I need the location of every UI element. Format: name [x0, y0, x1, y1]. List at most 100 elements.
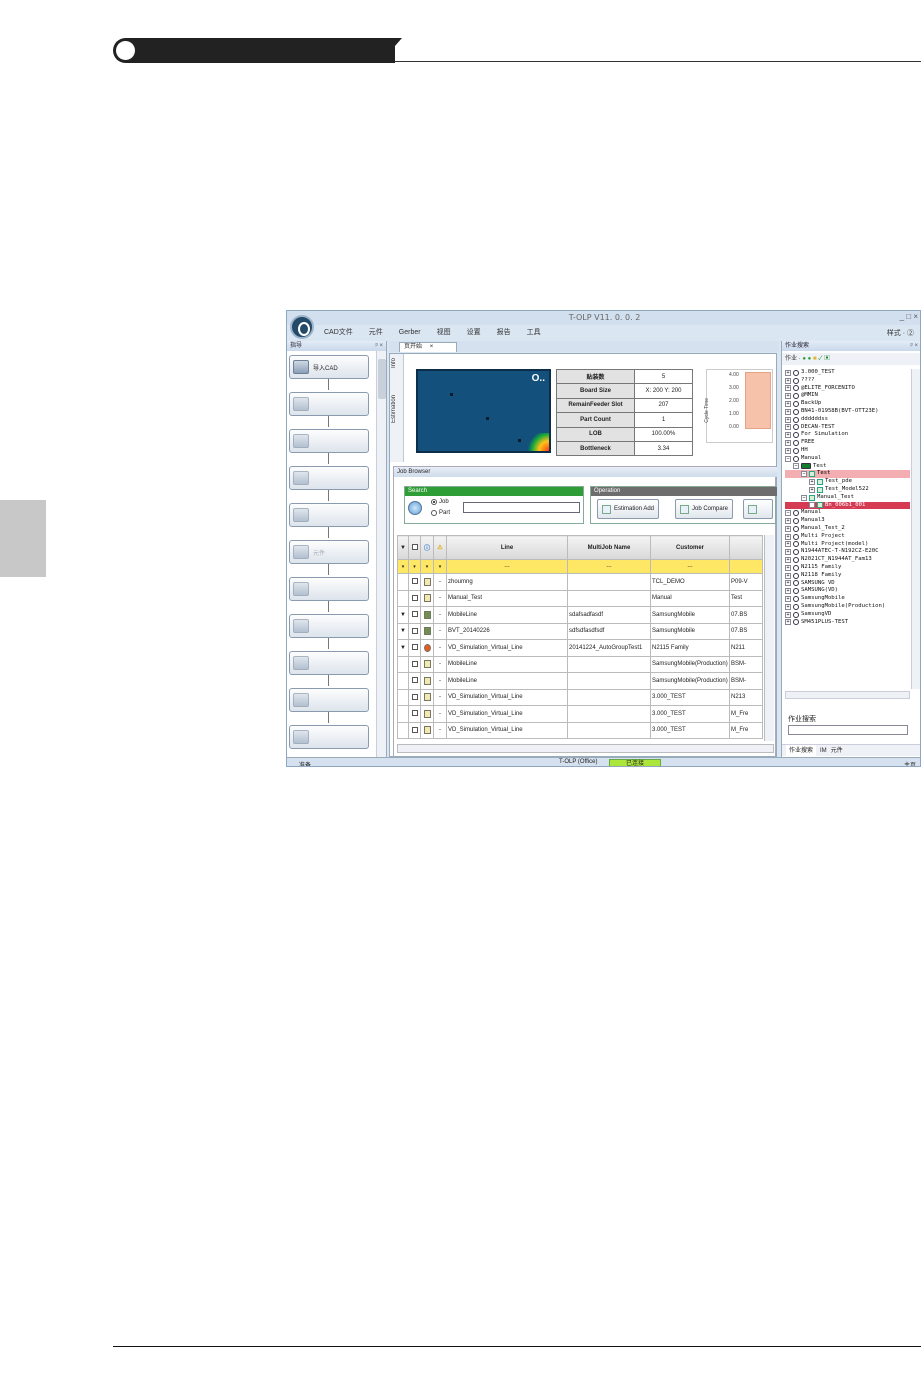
tree-item[interactable]: + Manual_Test_2	[785, 525, 910, 533]
grid-vertical-scrollbar[interactable]	[764, 535, 774, 741]
tab-info[interactable]: Info	[391, 358, 403, 368]
col-warn-header[interactable]: ⚠	[433, 535, 447, 560]
guide-step-button[interactable]	[289, 577, 369, 601]
table-row[interactable]: - VD_Simulation_Virtual_Line 3.000_TEST M_F…	[397, 721, 763, 739]
menu-item[interactable]: 报告	[490, 327, 518, 339]
row-check[interactable]	[408, 721, 421, 739]
expand-toggle-icon[interactable]: +	[785, 401, 791, 408]
radio-job[interactable]: Job	[431, 499, 449, 505]
search-input[interactable]	[463, 502, 580, 513]
grid-horizontal-scrollbar[interactable]	[397, 744, 774, 753]
panel-tab[interactable]: 作业搜索	[786, 745, 817, 756]
tree-item[interactable]: + Multi Project(model)	[785, 541, 910, 549]
status-home[interactable]: 主页	[904, 760, 916, 766]
job-compare-button[interactable]: Job Compare	[675, 499, 734, 519]
tree-item[interactable]: + ddddddss	[785, 416, 910, 424]
row-check[interactable]	[408, 589, 421, 607]
table-row[interactable]: - Manual_Test Manual Test	[397, 589, 763, 607]
col-expand-header[interactable]: ▼	[397, 535, 409, 560]
export-icon[interactable]: ▣	[824, 356, 830, 362]
tree-item[interactable]: + SamsungVD	[785, 611, 910, 619]
row-checkbox[interactable]	[411, 693, 418, 700]
expand-toggle-icon[interactable]: +	[785, 596, 791, 602]
expand-toggle-icon[interactable]: +	[785, 619, 791, 626]
menu-item[interactable]: 设置	[460, 327, 488, 339]
tree-horizontal-scrollbar[interactable]	[785, 691, 910, 699]
guide-step-button[interactable]	[289, 466, 369, 490]
check-icon[interactable]: ✓	[818, 356, 822, 362]
add-icon[interactable]: ●	[808, 356, 812, 362]
tree-item[interactable]: − Manual	[785, 509, 910, 517]
tree-item[interactable]: + For Simulation	[785, 431, 910, 439]
row-checkbox[interactable]	[411, 726, 418, 733]
table-row[interactable]: ▼ - MobileLine sdafsadfasdf SamsungMobile 07.…	[397, 606, 763, 624]
expand-toggle-icon[interactable]: +	[785, 424, 791, 431]
row-expand[interactable]	[397, 721, 409, 739]
tab-close-icon[interactable]: ×	[430, 344, 434, 350]
row-expand[interactable]	[397, 573, 409, 591]
tree-item[interactable]: + Manual3	[785, 517, 910, 525]
row-expand[interactable]: ▼	[397, 622, 409, 640]
expand-toggle-icon[interactable]: −	[785, 510, 791, 517]
menu-item[interactable]: CAD文件	[317, 327, 360, 339]
filter-cell[interactable]: ---	[567, 559, 651, 574]
tree-item[interactable]: + Test_Model522	[785, 486, 910, 494]
radio-part-dot[interactable]	[431, 510, 437, 516]
panel-tab[interactable]: 元件	[831, 745, 843, 756]
tree-item[interactable]: + Bn_006b1_001	[785, 501, 910, 510]
row-checkbox[interactable]	[411, 644, 418, 651]
col-check-header[interactable]	[408, 535, 421, 560]
search-icon[interactable]	[408, 501, 422, 515]
guide-step-button[interactable]: 元件	[289, 540, 369, 564]
more-button[interactable]	[743, 499, 773, 519]
style-menu[interactable]: 样式 · ②	[887, 328, 914, 338]
menu-item[interactable]: Gerber	[392, 327, 428, 339]
table-row[interactable]: - VD_Simulation_Virtual_Line 3.000_TEST M_F…	[397, 705, 763, 723]
expand-toggle-icon[interactable]: +	[809, 486, 815, 493]
table-row[interactable]: - VD_Simulation_Virtual_Line 3.000_TEST N21…	[397, 688, 763, 706]
expand-toggle-icon[interactable]: +	[785, 416, 791, 423]
expand-toggle-icon[interactable]: +	[785, 549, 791, 556]
tree-item[interactable]: + FREE	[785, 439, 910, 447]
expand-toggle-icon[interactable]: +	[785, 369, 791, 376]
tree-item[interactable]: + SM451PLUS-TEST	[785, 619, 910, 627]
expand-toggle-icon[interactable]: +	[785, 432, 791, 439]
expand-toggle-icon[interactable]: −	[793, 463, 799, 470]
guide-step-button[interactable]	[289, 688, 369, 712]
pin-close-icon[interactable]: ᵖ ×	[911, 341, 918, 351]
filter-cell[interactable]: ▾	[433, 559, 447, 574]
menu-item[interactable]: 工具	[520, 327, 548, 339]
filter-cell[interactable]: ▾	[397, 559, 409, 574]
col-customer-header[interactable]: Customer	[650, 535, 730, 560]
menu-item[interactable]: 视图	[430, 327, 458, 339]
row-check[interactable]	[408, 655, 421, 673]
tree-item[interactable]: +3.000_TEST	[785, 369, 910, 377]
radio-part[interactable]: Part	[431, 510, 450, 516]
expand-toggle-icon[interactable]: −	[801, 494, 807, 501]
tree-item[interactable]: + BackUp	[785, 400, 910, 408]
tab-start-page[interactable]: 页开始 ×	[399, 342, 457, 352]
table-row[interactable]: - MobileLine SamsungMobile(Production) BSM-	[397, 672, 763, 690]
guide-step-button[interactable]	[289, 614, 369, 638]
tree-item[interactable]: + Multi Project	[785, 533, 910, 541]
col-multijob-header[interactable]: MultiJob Name	[567, 535, 651, 560]
row-expand[interactable]: ▼	[397, 606, 409, 624]
row-expand[interactable]	[397, 688, 409, 706]
row-checkbox[interactable]	[411, 611, 418, 618]
job-search-input[interactable]	[788, 725, 908, 735]
estimation-add-button[interactable]: Estimation Add	[597, 499, 660, 519]
row-expand[interactable]	[397, 672, 409, 690]
tree-item[interactable]: + N2115 Family	[785, 564, 910, 572]
col-extra-header[interactable]	[729, 535, 763, 560]
tree-item[interactable]: − Test	[785, 463, 910, 471]
expand-toggle-icon[interactable]: +	[785, 588, 791, 595]
expand-toggle-icon[interactable]: +	[785, 525, 791, 532]
expand-toggle-icon[interactable]: −	[785, 455, 791, 462]
folder-icon[interactable]: ■	[813, 356, 817, 362]
tree-item[interactable]: − Manual	[785, 455, 910, 463]
table-row[interactable]: ▼ - BVT_20140226 sdfsdfasdfsdf SamsungMobile…	[397, 622, 763, 640]
guide-scrollbar[interactable]	[376, 351, 386, 757]
row-checkbox[interactable]	[411, 594, 418, 601]
tree-item[interactable]: + N2021CT_N1944AT_Fam13	[785, 556, 910, 564]
col-info-header[interactable]: ⓘ	[420, 535, 434, 560]
